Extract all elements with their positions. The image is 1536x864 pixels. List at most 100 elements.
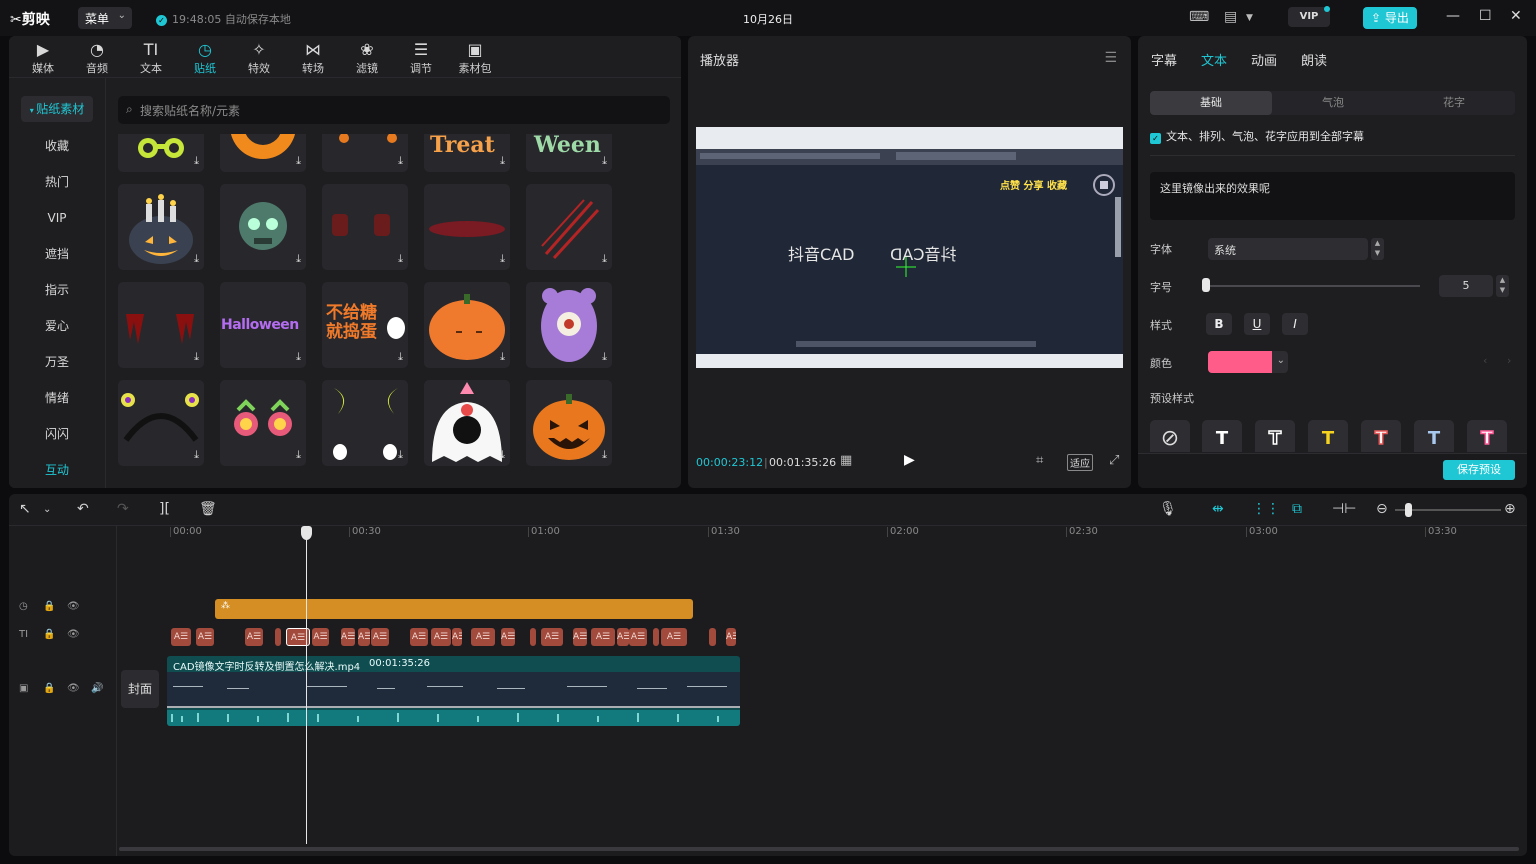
delete-icon[interactable]: 🗑 [199,501,217,517]
text-clip[interactable]: A☰ [341,628,355,646]
size-stepper-icon[interactable]: ▲ ▼ [1496,275,1509,297]
sidebar-item-pointer[interactable]: 指示 [21,277,93,303]
speaker-icon[interactable]: 🔊 [91,683,103,694]
undo-icon[interactable]: ↶ [77,501,89,517]
fullscreen-icon[interactable]: ⤢ [1109,453,1119,468]
font-stepper-icon[interactable]: ▲ ▼ [1371,238,1384,260]
color-picker[interactable]: ⌄ [1208,351,1288,373]
menu-icon[interactable]: ☰ [1104,50,1117,66]
subtab-fancy-text[interactable]: 花字 [1393,91,1515,115]
prev-arrow-icon[interactable]: ‹ [1483,354,1487,367]
sticker-tile[interactable]: ⤓ [424,184,510,270]
sidebar-item-sparkle[interactable]: 闪闪 [21,421,93,447]
download-icon[interactable]: ⤓ [194,350,199,364]
sidebar-item-love[interactable]: 爱心 [21,313,93,339]
sticker-tile[interactable]: ⤓ [118,282,204,368]
text-clip[interactable]: A☰ [629,628,647,646]
text-clip[interactable]: A☰ [541,628,563,646]
tab-animation[interactable]: 动画 [1251,50,1277,69]
auto-snap-icon[interactable]: ⋮⋮ [1252,501,1280,517]
download-icon[interactable]: ⤓ [500,448,505,462]
category-audio[interactable]: ◔ 音频 [75,40,119,76]
microphone-icon[interactable]: 🎙 [1159,501,1177,517]
preset-blue-icon[interactable]: T [1414,420,1454,452]
text-clip[interactable] [530,628,536,646]
sticker-tile[interactable]: ⤓ [118,380,204,466]
text-clip[interactable]: A☰ [171,628,191,646]
zoom-slider-knob[interactable] [1405,503,1412,517]
main-track-magnet-icon[interactable]: ⇹ [1212,501,1224,517]
category-sticker[interactable]: ◷ 贴纸 [183,40,227,76]
sidebar-item-favorites[interactable]: 收藏 [21,133,93,159]
sticker-tile[interactable]: ⤓ [118,184,204,270]
size-slider[interactable] [1204,285,1420,287]
preset-red-outline-icon[interactable]: T [1361,420,1401,452]
sticker-tile[interactable]: ⤓ [220,184,306,270]
save-preset-button[interactable]: 保存预设 [1443,460,1515,480]
maximize-icon[interactable]: ☐ [1479,8,1492,24]
download-icon[interactable]: ⤓ [296,154,301,168]
sticker-tile[interactable]: Halloween ⤓ [220,282,306,368]
sticker-tile[interactable]: 不给糖就捣蛋 ⤓ [322,282,408,368]
text-clip[interactable]: A☰ [410,628,428,646]
split-icon[interactable]: ][ [159,501,170,517]
text-clip[interactable]: A☰ [312,628,329,646]
screenshot-icon[interactable]: ⌗ [1036,453,1043,468]
sidebar-item-interactive[interactable]: 互动 [21,457,93,483]
fit-ratio-button[interactable]: 适应 [1067,454,1093,471]
category-transition[interactable]: ⋈ 转场 [291,40,335,76]
text-clip[interactable]: A☰ [245,628,263,646]
play-icon[interactable]: ▶ [904,452,915,468]
text-clip[interactable]: A☰ [501,628,515,646]
sticker-tile[interactable]: ⤓ [526,184,612,270]
horizontal-scrollbar[interactable] [119,847,1519,851]
category-effects[interactable]: ✧ 特效 [237,40,281,76]
select-cursor-icon[interactable]: ↖ [19,501,31,517]
text-clip[interactable]: A☰ [617,628,629,646]
lock-icon[interactable]: 🔒 [43,629,55,640]
download-icon[interactable]: ⤓ [296,252,301,266]
tab-read-aloud[interactable]: 朗读 [1301,50,1327,69]
text-clip[interactable] [275,628,281,646]
timeline-grid-icon[interactable]: ▦ [840,453,852,468]
sticker-tile[interactable]: ⤓ [424,380,510,466]
text-content-input[interactable]: 这里镜像出来的效果呢 [1150,172,1515,220]
preset-white-icon[interactable]: T [1202,420,1242,452]
layout-icon[interactable]: ▤ [1224,9,1237,25]
apply-all-checkbox[interactable]: ✓ 文本、排列、气泡、花字应用到全部字幕 [1150,128,1364,144]
download-icon[interactable]: ⤓ [194,448,199,462]
subtab-bubble[interactable]: 气泡 [1272,91,1394,115]
download-icon[interactable]: ⤓ [398,448,403,462]
search-input[interactable]: ⌕ 搜索贴纸名称/元素 [118,96,670,124]
category-media[interactable]: ▶ 媒体 [21,40,65,76]
download-icon[interactable]: ⤓ [602,448,607,462]
text-clip[interactable]: A☰ [471,628,495,646]
download-icon[interactable]: ⤓ [194,154,199,168]
sidebar-item-cover[interactable]: 遮挡 [21,241,93,267]
redo-icon[interactable]: ↷ [117,501,129,517]
sticker-tile[interactable]: ⤓ [322,380,408,466]
tab-subtitle[interactable]: 字幕 [1151,50,1177,69]
category-text[interactable]: TI 文本 [129,40,173,76]
sidebar-item-hot[interactable]: 热门 [21,169,93,195]
keyboard-icon[interactable]: ⌨ [1189,9,1209,25]
category-package[interactable]: ▣ 素材包 [453,40,497,76]
download-icon[interactable]: ⤓ [398,350,403,364]
text-clip[interactable]: A☰ [573,628,587,646]
time-ruler[interactable]: 00:00 00:30 01:00 01:30 02:00 02:30 03:0… [117,526,1527,540]
eye-icon[interactable]: 👁 [67,601,80,612]
zoom-out-icon[interactable]: ⊖ [1376,501,1388,517]
text-clip[interactable]: A☰ [661,628,687,646]
size-input[interactable]: 5 [1439,275,1493,297]
chevron-down-icon[interactable]: ⌄ [43,504,51,515]
download-icon[interactable]: ⤓ [602,252,607,266]
export-button[interactable]: ⇪ 导出 [1363,7,1417,29]
category-filter[interactable]: ❀ 滤镜 [345,40,389,76]
text-clip[interactable]: A☰ [726,628,736,646]
menu-button[interactable]: 菜单 ⌄ [78,7,132,29]
close-icon[interactable]: ✕ [1510,8,1522,24]
underline-button[interactable]: U [1244,313,1270,335]
tab-text[interactable]: 文本 [1201,50,1227,69]
sticker-tile[interactable]: ⤓ [526,282,612,368]
video-preview[interactable]: 点赞 分享 收藏 抖音CAD 抖音CAD [696,127,1123,368]
